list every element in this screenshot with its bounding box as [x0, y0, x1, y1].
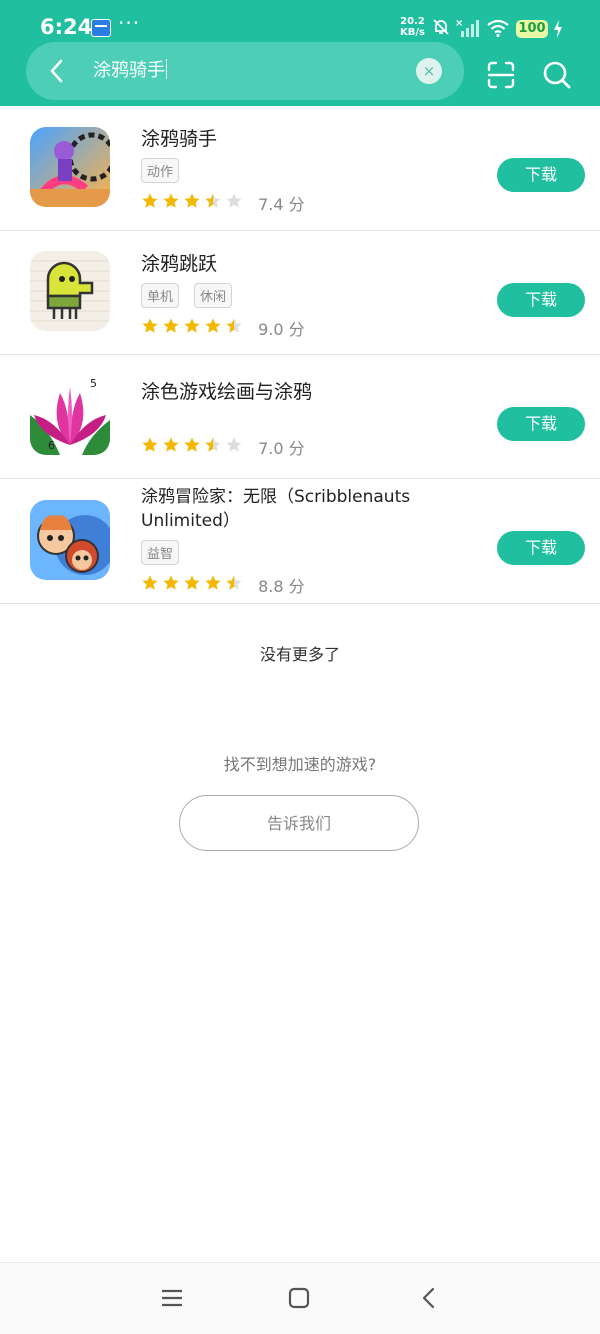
not-found-text: 找不到想加速的游戏?	[223, 755, 377, 774]
app-icon-scribble-rider	[30, 127, 110, 207]
search-query: 涂鸦骑手	[93, 60, 165, 81]
star-rating	[141, 192, 243, 214]
star-icon	[142, 318, 158, 333]
star-icon	[205, 318, 221, 333]
star-icon	[226, 437, 242, 452]
wifi-icon	[487, 19, 509, 38]
status-time: 6:24	[40, 15, 93, 39]
network-speed-unit: KB/s	[400, 27, 425, 38]
star-icon	[184, 437, 200, 452]
score: 7.4 分	[258, 195, 305, 214]
battery-indicator: 100	[516, 20, 548, 38]
tag-list: 动作	[141, 158, 194, 183]
app-name[interactable]: 涂色游戏绘画与涂鸦	[141, 377, 312, 404]
signal-icon: ×	[455, 18, 479, 37]
star-rating	[141, 436, 243, 458]
star-icon	[163, 575, 179, 590]
star-icon	[205, 193, 221, 208]
header-bar: 6:24 ··· 20.2 KB/s × 100 涂鸦骑手 ×	[0, 0, 600, 106]
home-icon[interactable]	[287, 1286, 311, 1310]
app-icon-coloring-game: 5 6	[30, 375, 110, 455]
text-caret	[166, 59, 167, 79]
star-icon	[142, 437, 158, 452]
message-notification-icon	[91, 19, 111, 37]
download-button[interactable]: 下载	[497, 158, 585, 192]
charging-icon	[554, 20, 562, 38]
rating: 7.0 分	[141, 435, 305, 459]
star-icon	[184, 193, 200, 208]
clear-icon[interactable]: ×	[416, 58, 442, 84]
tag: 休闲	[194, 283, 233, 308]
star-icon	[163, 318, 179, 333]
download-button[interactable]: 下载	[497, 531, 585, 565]
star-icon	[184, 575, 200, 590]
tell-us-button[interactable]: 告诉我们	[179, 795, 419, 851]
star-icon	[163, 437, 179, 452]
app-list-item[interactable]: 5 6 涂色游戏绘画与涂鸦 7.0 分 下载	[0, 355, 600, 479]
app-name[interactable]: 涂鸦冒险家：无限（Scribblenauts Unlimited）	[141, 485, 441, 533]
rating: 8.8 分	[141, 573, 305, 597]
score: 9.0 分	[258, 320, 305, 339]
tag-list: 单机 休闲	[141, 283, 247, 308]
no-more-text: 没有更多了	[259, 645, 340, 664]
star-icon	[142, 575, 158, 590]
bell-muted-icon	[433, 19, 449, 35]
back-icon[interactable]	[418, 1286, 442, 1310]
app-list-item[interactable]: 涂鸦骑手 动作 7.4 分 下载	[0, 106, 600, 231]
back-icon[interactable]	[44, 57, 70, 85]
star-rating	[141, 574, 243, 596]
download-button[interactable]: 下载	[497, 407, 585, 441]
network-speed-value: 20.2	[400, 16, 425, 27]
star-icon	[226, 318, 242, 333]
tag-list: 益智	[141, 540, 194, 565]
tag: 动作	[141, 158, 180, 183]
more-notifications-icon: ···	[118, 11, 141, 35]
search-icon[interactable]	[542, 60, 572, 90]
app-list-item[interactable]: 涂鸦冒险家：无限（Scribblenauts Unlimited） 益智 8.8…	[0, 479, 600, 604]
search-box[interactable]	[26, 42, 464, 100]
app-name[interactable]: 涂鸦跳跃	[141, 249, 217, 276]
app-icon-doodle-jump	[30, 251, 110, 331]
star-icon	[205, 437, 221, 452]
star-icon	[163, 193, 179, 208]
status-bar: 6:24 ··· 20.2 KB/s × 100	[0, 0, 600, 44]
app-icon-scribblenauts	[30, 500, 110, 580]
rating: 9.0 分	[141, 316, 305, 340]
star-icon	[226, 193, 242, 208]
network-speed: 20.2 KB/s	[400, 16, 425, 38]
star-icon	[205, 575, 221, 590]
score: 7.0 分	[258, 439, 305, 458]
score: 8.8 分	[258, 577, 305, 596]
app-list-item[interactable]: 涂鸦跳跃 单机 休闲 9.0 分 下载	[0, 231, 600, 355]
svg-text:×: ×	[455, 18, 463, 29]
download-button[interactable]: 下载	[497, 283, 585, 317]
star-rating	[141, 317, 243, 339]
color-number: 5	[90, 377, 97, 390]
tag: 单机	[141, 283, 180, 308]
color-number: 6	[48, 439, 55, 452]
star-icon	[142, 193, 158, 208]
tag: 益智	[141, 540, 180, 565]
search-input[interactable]: 涂鸦骑手	[93, 58, 167, 84]
menu-icon[interactable]	[160, 1286, 184, 1310]
star-icon	[184, 318, 200, 333]
star-icon	[226, 575, 242, 590]
app-name[interactable]: 涂鸦骑手	[141, 124, 217, 151]
scan-icon[interactable]	[486, 60, 516, 90]
rating: 7.4 分	[141, 191, 305, 215]
